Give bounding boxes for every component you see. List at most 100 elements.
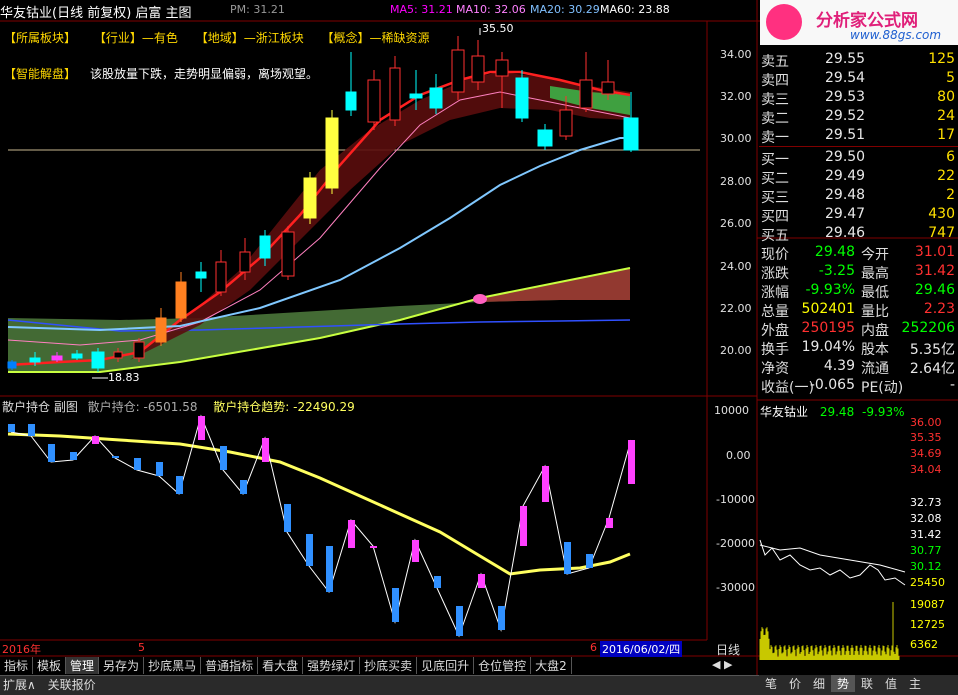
holding-bar [134, 458, 141, 470]
candle [601, 81, 615, 95]
candle [623, 117, 639, 151]
subchart-value: 散户持仓: -6501.58 [87, 400, 198, 414]
right-tab-3[interactable]: 势 [831, 675, 855, 692]
scroll-arrows[interactable]: ◀ ▶ [712, 658, 732, 671]
tag-concept[interactable]: 【概念】—稀缺资源 [322, 31, 430, 45]
right-tab-4[interactable]: 联 [855, 675, 879, 692]
candle [579, 79, 593, 109]
right-tab-5[interactable]: 值 [879, 675, 903, 692]
holding-bar [92, 436, 99, 444]
holding-bar [348, 520, 355, 548]
order-sell-5: 卖五 29.55 125 [761, 51, 955, 70]
candle [471, 55, 485, 83]
mini-chart-header: 华友钴业 29.48 -9.93% [760, 405, 905, 419]
tab-4[interactable]: 抄底黑马 [144, 657, 202, 674]
quote-row: 涨幅 -9.93% 最低 29.46 [761, 282, 955, 301]
candle [281, 231, 295, 277]
order-buy-5: 买五 29.46 747 [761, 225, 955, 244]
holding-bar [198, 416, 205, 440]
candle [51, 355, 63, 361]
logo: 分析家公式网 www.88gs.com [760, 0, 958, 45]
candle [303, 177, 317, 219]
candle [71, 353, 83, 359]
holding-bar [8, 424, 15, 432]
candle [113, 351, 123, 359]
holding-bar [564, 542, 571, 574]
quote-row: 收益(一) -0.065 PE(动) - [761, 377, 955, 396]
order-buy-3: 买三 29.48 2 [761, 187, 955, 206]
x-axis-mid2: 6 [590, 641, 597, 654]
tab-0[interactable]: 指标 [0, 657, 34, 674]
candle [133, 341, 145, 359]
order-buy-1: 买一 29.50 6 [761, 149, 955, 168]
candle [155, 317, 167, 343]
candle [389, 67, 401, 121]
smart-text: 该股放量下跌，走势明显偏弱，离场观望。 [90, 67, 319, 81]
right-tab-6[interactable]: 主 [903, 675, 927, 692]
tab-9[interactable]: 见底回升 [417, 657, 475, 674]
period-label[interactable]: 日线 [716, 641, 740, 658]
right-tabs: 笔价细势联值主 [759, 675, 958, 694]
candle [559, 109, 573, 137]
holding-bar [156, 462, 163, 476]
order-buy-2: 买二 29.49 22 [761, 168, 955, 187]
holding-bar [284, 504, 291, 532]
tag-sector[interactable]: 【所属板块】 [4, 31, 76, 45]
holding-bar [70, 452, 77, 460]
flower-icon [766, 4, 802, 40]
x-axis-date: 2016/06/02/四 [600, 641, 683, 657]
holding-bar [586, 554, 593, 568]
expand-button[interactable]: 扩展∧ [3, 678, 36, 692]
order-sell-2: 卖二 29.52 24 [761, 108, 955, 127]
pm-label: PM: 31.21 [230, 3, 285, 16]
tab-10[interactable]: 仓位管控 [474, 657, 532, 674]
tab-1[interactable]: 模板 [33, 657, 67, 674]
linked-quote-button[interactable]: 关联报价 [48, 678, 96, 692]
tag-industry[interactable]: 【行业】—有色 [94, 31, 178, 45]
holding-bar [240, 480, 247, 494]
holding-bar [370, 546, 377, 548]
x-axis-mid: 5 [138, 641, 145, 654]
quote-row: 外盘 250195 内盘 252206 [761, 320, 955, 339]
holding-bar [306, 534, 313, 566]
tab-8[interactable]: 抄底买卖 [360, 657, 418, 674]
candle [259, 235, 271, 259]
tab-2[interactable]: 管理 [66, 657, 100, 674]
candle [239, 251, 251, 273]
holding-bar [262, 438, 269, 462]
candle [409, 93, 423, 99]
candle [215, 261, 227, 293]
right-tab-0[interactable]: 笔 [759, 675, 783, 692]
holding-bar [498, 606, 505, 630]
candle [7, 361, 17, 369]
candle [429, 87, 443, 109]
tab-5[interactable]: 普通指标 [201, 657, 259, 674]
window-title: 华友钴业(日线 前复权) 启富 主图 [0, 6, 192, 21]
subchart-header: 散户持仓 副图 散户持仓: -6501.58 散户持仓趋势: -22490.29 [2, 398, 355, 415]
smart-analysis: 【智能解盘】 该股放量下跌，走势明显偏弱，离场观望。 [4, 65, 318, 82]
quote-row: 现价 29.48 今开 31.01 [761, 244, 955, 263]
tag-region[interactable]: 【地域】—浙江板块 [196, 31, 304, 45]
quote-row: 净资 4.39 流通 2.64亿 [761, 358, 955, 377]
candle [451, 49, 465, 93]
right-tab-1[interactable]: 价 [783, 675, 807, 692]
tab-7[interactable]: 强势绿灯 [303, 657, 361, 674]
tab-11[interactable]: 大盘2 [531, 657, 572, 674]
holding-bar [220, 446, 227, 470]
subchart-title[interactable]: 散户持仓 副图 [2, 400, 78, 414]
holding-bar [628, 440, 635, 484]
holding-bar [112, 456, 119, 458]
holding-bar [478, 574, 485, 588]
holding-bar [28, 424, 35, 436]
candle [367, 79, 381, 123]
ma20-label: MA20: 30.29 [530, 3, 600, 16]
candle [195, 271, 207, 279]
right-tab-2[interactable]: 细 [807, 675, 831, 692]
candle [515, 77, 529, 119]
ma60-label: MA60: 23.88 [600, 3, 670, 16]
holding-bar [176, 476, 183, 494]
tab-3[interactable]: 另存为 [99, 657, 145, 674]
tab-6[interactable]: 看大盘 [258, 657, 304, 674]
ma10-label: MA10: 32.06 [456, 3, 526, 16]
holding-bar [392, 588, 399, 622]
